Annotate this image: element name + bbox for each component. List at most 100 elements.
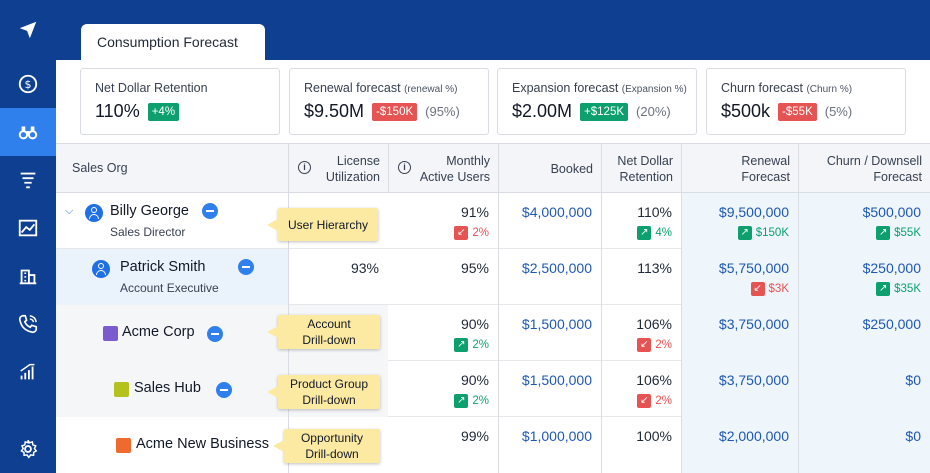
tab-consumption-forecast[interactable]: Consumption Forecast <box>81 24 265 60</box>
collapse-button[interactable] <box>216 382 232 398</box>
cell-value[interactable]: $5,750,000 <box>719 260 789 276</box>
header-label: Forecast <box>873 170 922 184</box>
dollar-icon[interactable]: $ <box>0 60 56 108</box>
delta: ↗ $150K <box>737 226 789 240</box>
kpi-card-renewal: Renewal forecast (renewal %) $9.50M -$15… <box>289 68 489 135</box>
header-sales-org[interactable]: Sales Org <box>56 144 288 193</box>
header-booked[interactable]: Booked <box>498 144 601 193</box>
cell-value[interactable]: $3,750,000 <box>719 316 789 332</box>
column-divider <box>288 144 289 473</box>
cell-value[interactable]: $2,000,000 <box>719 428 789 444</box>
row-name[interactable]: Patrick Smith <box>120 259 205 275</box>
cell-value[interactable]: $250,000 <box>863 260 921 276</box>
arrow-up-icon: ↗ <box>454 338 469 352</box>
callout-text: Account <box>307 317 351 331</box>
send-icon[interactable] <box>0 6 56 54</box>
mau-cell: 95% <box>388 249 498 305</box>
info-icon[interactable]: i <box>298 161 311 174</box>
row-name[interactable]: Billy George <box>110 203 189 219</box>
delta: ↙ $3K <box>750 282 789 296</box>
header-churn-forecast[interactable]: Churn / Downsell Forecast <box>798 144 930 193</box>
column-divider <box>798 144 799 473</box>
header-label: Churn / Downsell <box>826 154 922 168</box>
chart-image-icon[interactable] <box>0 204 56 252</box>
cell-value[interactable]: $4,000,000 <box>522 204 592 220</box>
org-cell: Acme Corp <box>56 305 288 361</box>
mau-cell: 91% ↙ 2% <box>388 193 498 249</box>
header-renewal-forecast[interactable]: Renewal Forecast <box>681 144 798 193</box>
kpi-subtitle: (Expansion %) <box>621 84 687 95</box>
booked-cell: $1,500,000 <box>498 305 601 361</box>
kpi-percent: (5%) <box>824 104 853 119</box>
delta: ↗ 4% <box>637 226 672 240</box>
bar-chart-icon[interactable] <box>0 348 56 396</box>
delta-value: 2% <box>655 395 672 407</box>
arrow-up-icon: ↗ <box>737 226 752 240</box>
header-label: Forecast <box>741 170 790 184</box>
booked-cell: $4,000,000 <box>498 193 601 249</box>
cell-value[interactable]: $500,000 <box>863 204 921 220</box>
kpi-title: Net Dollar Retention <box>95 81 208 95</box>
callout-text: Drill-down <box>302 393 356 407</box>
row-name[interactable]: Acme New Business <box>136 436 269 452</box>
header-label: Active Users <box>419 170 490 184</box>
collapse-button[interactable] <box>207 326 223 342</box>
funnel-icon[interactable] <box>0 156 56 204</box>
collapse-button[interactable] <box>202 203 218 219</box>
phone-icon[interactable] <box>0 300 56 348</box>
crown-icon <box>116 438 131 453</box>
cell-value[interactable]: $0 <box>905 428 921 444</box>
churn-cell: $0 <box>798 417 930 473</box>
header-net-dollar-retention[interactable]: Net Dollar Retention <box>601 144 681 193</box>
gear-icon[interactable] <box>0 425 56 473</box>
renewal-cell: $5,750,000 ↙ $3K <box>681 249 798 305</box>
cell-value[interactable]: $1,500,000 <box>522 372 592 388</box>
cell-value: 99% <box>460 428 489 444</box>
row-name[interactable]: Sales Hub <box>134 380 201 396</box>
churn-cell: $0 <box>798 361 930 417</box>
info-icon[interactable]: i <box>398 161 411 174</box>
row-name[interactable]: Acme Corp <box>122 324 195 340</box>
building-icon[interactable] <box>0 252 56 300</box>
row-role: Sales Director <box>110 225 186 239</box>
mau-cell: 99% <box>388 417 498 473</box>
column-divider <box>388 144 389 193</box>
booked-cell: $2,500,000 <box>498 249 601 305</box>
cell-value: 91% <box>460 204 489 220</box>
delta: ↗ 2% <box>454 338 489 352</box>
delta-value: $3K <box>768 283 789 295</box>
header-monthly-active-users[interactable]: i Monthly Active Users <box>388 144 498 193</box>
delta: ↙ 2% <box>454 226 489 240</box>
arrow-down-icon: ↙ <box>637 338 652 352</box>
cell-value[interactable]: $9,500,000 <box>719 204 789 220</box>
delta-value: $35K <box>894 283 921 295</box>
ndr-cell: 110% ↗ 4% <box>601 193 681 249</box>
cell-value[interactable]: $1,500,000 <box>522 316 592 332</box>
chevron-down-icon[interactable]: ⌵ <box>65 205 73 218</box>
callout-text: User Hierarchy <box>287 217 368 232</box>
collapse-button[interactable] <box>238 259 254 275</box>
org-cell: Sales Hub <box>56 361 288 417</box>
renewal-cell: $3,750,000 <box>681 361 798 417</box>
delta-value: 2% <box>472 395 489 407</box>
cell-value: 95% <box>460 260 489 276</box>
arrow-up-icon: ↗ <box>637 226 652 240</box>
kpi-value: $500k <box>721 101 771 121</box>
cell-value: 106% <box>636 316 672 332</box>
binoculars-icon[interactable] <box>0 108 56 156</box>
ndr-cell: 100% <box>601 417 681 473</box>
callout-text: Opportunity <box>300 431 364 445</box>
delta: ↗ 2% <box>454 394 489 408</box>
cell-value[interactable]: $1,000,000 <box>522 428 592 444</box>
header-license-utilization[interactable]: i License Utilization <box>288 144 388 193</box>
cell-value[interactable]: $2,500,000 <box>522 260 592 276</box>
cell-value[interactable]: $3,750,000 <box>719 372 789 388</box>
cell-value[interactable]: $250,000 <box>863 316 921 332</box>
cell-value[interactable]: $0 <box>905 372 921 388</box>
header-label: License <box>336 154 380 168</box>
booked-cell: $1,500,000 <box>498 361 601 417</box>
avatar <box>85 204 103 222</box>
delta: ↙ 2% <box>637 338 672 352</box>
delta-value: 2% <box>655 339 672 351</box>
org-cell: Acme New Business <box>56 417 288 473</box>
